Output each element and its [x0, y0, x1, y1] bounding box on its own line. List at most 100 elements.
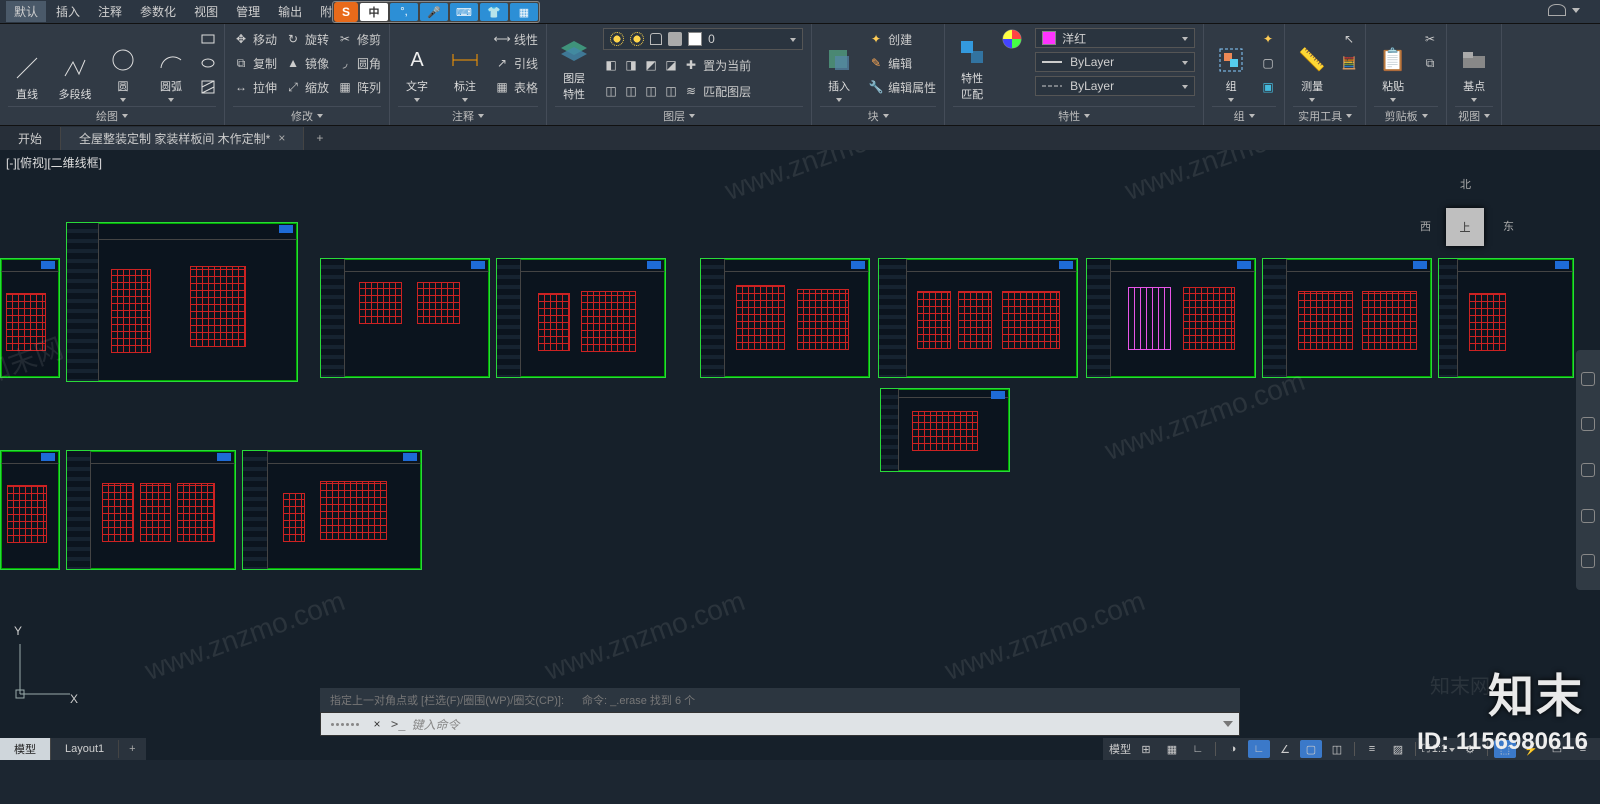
color-wheel-icon[interactable]: [1001, 28, 1025, 52]
measure-button[interactable]: 📏 测量: [1293, 28, 1331, 102]
drawing-sheet[interactable]: [66, 450, 236, 570]
text-button[interactable]: A 文字: [398, 28, 436, 102]
close-tab-button[interactable]: ×: [278, 131, 285, 145]
add-layout-button[interactable]: +: [119, 743, 145, 755]
ime-skin-icon[interactable]: 👕: [480, 3, 508, 21]
drag-handle-icon[interactable]: [327, 723, 363, 726]
group-edit2-button[interactable]: ▣: [1260, 76, 1276, 98]
nav-showmotion-icon[interactable]: [1581, 554, 1595, 568]
status-polar-button[interactable]: ◑: [1222, 740, 1244, 758]
tab-current-file[interactable]: 全屋整装定制 家装样板间 木作定制* ×: [61, 127, 304, 150]
basepoint-button[interactable]: 基点: [1455, 28, 1493, 102]
ime-keyboard-icon[interactable]: ⌨: [450, 3, 478, 21]
rectangle-button[interactable]: [200, 28, 216, 50]
layer-btn-8[interactable]: ◫: [663, 80, 679, 102]
copy-button[interactable]: ⧉复制: [233, 52, 277, 74]
menu-view[interactable]: 视图: [186, 1, 226, 22]
viewcube-top[interactable]: 上: [1446, 208, 1484, 246]
panel-modify-title[interactable]: 修改: [233, 106, 381, 125]
panel-view-title[interactable]: 视图: [1455, 106, 1493, 125]
drawing-sheet[interactable]: [1438, 258, 1574, 378]
trim-button[interactable]: ✂修剪: [337, 28, 381, 50]
status-transparency-button[interactable]: ▨: [1387, 740, 1409, 758]
fillet-button[interactable]: ◞圆角: [337, 52, 381, 74]
status-osnap-button[interactable]: ▢: [1300, 740, 1322, 758]
drawing-sheet[interactable]: [878, 258, 1078, 378]
layer-btn-7[interactable]: ◫: [643, 80, 659, 102]
panel-clipboard-title[interactable]: 剪贴板: [1374, 106, 1438, 125]
linetype-dropdown[interactable]: ByLayer: [1035, 76, 1195, 96]
drawing-sheet[interactable]: [0, 450, 60, 570]
layer-off-button[interactable]: ◨: [623, 54, 639, 76]
layer-match-button[interactable]: ≋匹配图层: [683, 80, 751, 102]
drawing-sheet[interactable]: [880, 388, 1010, 472]
table-button[interactable]: ▦表格: [494, 76, 538, 98]
move-button[interactable]: ✥移动: [233, 28, 277, 50]
panel-properties-title[interactable]: 特性: [953, 106, 1195, 125]
status-lwt-button[interactable]: ≡: [1361, 740, 1383, 758]
drawing-sheet[interactable]: [1262, 258, 1432, 378]
status-grid-button[interactable]: ⊞: [1135, 740, 1157, 758]
panel-layers-title[interactable]: 图层: [555, 106, 803, 125]
panel-blocks-title[interactable]: 块: [820, 106, 936, 125]
paste-button[interactable]: 📋 粘贴: [1374, 28, 1412, 102]
rotate-button[interactable]: ↻旋转: [285, 28, 329, 50]
ime-mic-icon[interactable]: 🎤: [420, 3, 448, 21]
stretch-button[interactable]: ↔拉伸: [233, 76, 277, 98]
viewcube-west[interactable]: 西: [1420, 218, 1431, 234]
scale-button[interactable]: ⤢缩放: [285, 76, 329, 98]
nav-wheel-icon[interactable]: [1581, 372, 1595, 386]
layer-lock-button[interactable]: ◪: [663, 54, 679, 76]
close-icon[interactable]: ×: [369, 717, 385, 731]
viewport-label[interactable]: [-][俯视][二维线框]: [6, 154, 102, 171]
menu-manage[interactable]: 管理: [228, 1, 268, 22]
drawing-sheet[interactable]: [0, 258, 60, 378]
layer-iso-button[interactable]: ◧: [603, 54, 619, 76]
drawing-sheet[interactable]: [700, 258, 870, 378]
drawing-sheet[interactable]: [1086, 258, 1256, 378]
block-edit-button[interactable]: ✎编辑: [868, 52, 936, 74]
ime-lang[interactable]: 中: [360, 3, 388, 21]
arc-button[interactable]: 圆弧: [152, 28, 190, 102]
linear-dim-button[interactable]: ⟷线性: [494, 28, 538, 50]
drawing-sheet[interactable]: [242, 450, 422, 570]
status-track-button[interactable]: ∠: [1274, 740, 1296, 758]
util-calc-button[interactable]: 🧮: [1341, 52, 1357, 74]
group-create-button[interactable]: ✦: [1260, 28, 1276, 50]
mirror-button[interactable]: ▲镜像: [285, 52, 329, 74]
menu-parametric[interactable]: 参数化: [132, 1, 184, 22]
tab-layout1[interactable]: Layout1: [51, 740, 119, 758]
layer-freeze-button[interactable]: ◩: [643, 54, 659, 76]
ime-more-icon[interactable]: ▦: [510, 3, 538, 21]
layer-btn-6[interactable]: ◫: [623, 80, 639, 102]
panel-draw-title[interactable]: 绘图: [8, 106, 216, 125]
menu-annotate[interactable]: 注释: [90, 1, 130, 22]
panel-group-title[interactable]: 组: [1212, 106, 1276, 125]
drawing-sheet[interactable]: [66, 222, 298, 382]
menu-default[interactable]: 默认: [6, 1, 46, 22]
group-edit1-button[interactable]: ▢: [1260, 52, 1276, 74]
group-button[interactable]: 组: [1212, 28, 1250, 102]
color-dropdown[interactable]: 洋红: [1035, 28, 1195, 48]
command-line[interactable]: 指定上一对角点或 [栏选(F)/圈围(WP)/圈交(CP)]: 命令: _.er…: [320, 688, 1240, 736]
lineweight-dropdown[interactable]: ByLayer: [1035, 52, 1195, 72]
panel-utils-title[interactable]: 实用工具: [1293, 106, 1357, 125]
cut-button[interactable]: ✂: [1422, 28, 1438, 50]
layer-dropdown[interactable]: 0: [603, 28, 803, 50]
layer-properties-button[interactable]: 图层 特性: [555, 28, 593, 102]
block-create-button[interactable]: ✦创建: [868, 28, 936, 50]
polyline-button[interactable]: 多段线: [56, 28, 94, 102]
tab-start[interactable]: 开始: [0, 127, 61, 150]
dim-button[interactable]: 标注: [446, 28, 484, 102]
layer-btn-5[interactable]: ◫: [603, 80, 619, 102]
match-props-button[interactable]: 特性 匹配: [953, 28, 991, 102]
menu-cloud[interactable]: [1548, 4, 1580, 16]
viewcube-east[interactable]: 东: [1503, 218, 1514, 234]
util-select-button[interactable]: ↖: [1341, 28, 1357, 50]
layer-setcurrent-button[interactable]: ✚置为当前: [683, 54, 751, 76]
viewcube-north[interactable]: 北: [1460, 176, 1471, 192]
circle-button[interactable]: 圆: [104, 28, 142, 102]
status-infer-button[interactable]: ∟: [1187, 740, 1209, 758]
array-button[interactable]: ▦阵列: [337, 76, 381, 98]
status-ortho-button[interactable]: ∟: [1248, 740, 1270, 758]
